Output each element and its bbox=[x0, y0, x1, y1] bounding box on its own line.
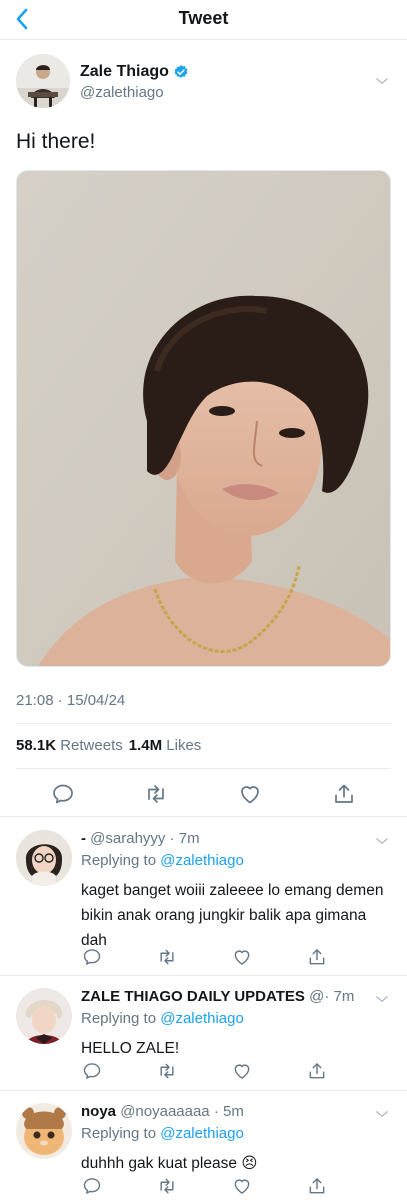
share-icon bbox=[307, 947, 327, 967]
reply-avatar[interactable] bbox=[16, 830, 72, 886]
reply-text: HELLO ZALE! bbox=[81, 1040, 180, 1057]
reply-avatar[interactable] bbox=[16, 988, 72, 1044]
reply-author-handle[interactable]: @sarahyyy bbox=[90, 830, 165, 847]
author-handle[interactable]: @zalethiago bbox=[80, 84, 164, 101]
share-button[interactable] bbox=[306, 946, 328, 968]
avatar-photo bbox=[16, 830, 72, 886]
reply-header: ZALE THIAGO DAILY UPDATES @· 7m bbox=[81, 988, 354, 1005]
retweet-icon bbox=[144, 782, 168, 806]
divider bbox=[0, 975, 407, 976]
replying-to-prefix: Replying to bbox=[81, 1010, 157, 1027]
like-icon bbox=[232, 1176, 252, 1196]
like-icon bbox=[238, 782, 262, 806]
avatar-photo bbox=[16, 988, 72, 1044]
tweet-author-header: Zale Thiago @zalethiago bbox=[16, 54, 391, 110]
reply-button[interactable] bbox=[49, 780, 77, 808]
reply-actions bbox=[81, 946, 331, 968]
like-button[interactable] bbox=[231, 1175, 253, 1197]
top-navigation-bar: Tweet bbox=[0, 0, 407, 40]
reply-item[interactable]: - @sarahyyy · 7m Replying to @zalethiago… bbox=[0, 830, 407, 970]
chevron-down-icon[interactable] bbox=[373, 832, 391, 850]
like-icon bbox=[232, 947, 252, 967]
reply-author-name[interactable]: ZALE THIAGO DAILY UPDATES bbox=[81, 988, 305, 1005]
reply-avatar[interactable] bbox=[16, 1103, 72, 1159]
reply-icon bbox=[82, 1061, 102, 1081]
retweets-stat[interactable]: 58.1K Retweets bbox=[16, 737, 123, 754]
reply-time: · 7m bbox=[169, 830, 200, 847]
replying-to-mention[interactable]: @zalethiago bbox=[160, 1010, 244, 1027]
retweet-button[interactable] bbox=[156, 946, 178, 968]
reply-button[interactable] bbox=[81, 1060, 103, 1082]
share-icon bbox=[307, 1061, 327, 1081]
reply-author-handle[interactable]: @noyaaaaaa bbox=[120, 1103, 209, 1120]
retweets-label: Retweets bbox=[60, 737, 123, 754]
retweet-icon bbox=[157, 947, 177, 967]
tweet-media-photo[interactable] bbox=[16, 170, 391, 667]
reply-author-name[interactable]: noya bbox=[81, 1103, 116, 1120]
reply-time: · 7m bbox=[324, 988, 355, 1005]
divider bbox=[16, 768, 391, 769]
share-icon bbox=[307, 1176, 327, 1196]
like-icon bbox=[232, 1061, 252, 1081]
share-icon bbox=[332, 782, 356, 806]
divider bbox=[0, 816, 407, 817]
avatar-photo bbox=[16, 1103, 72, 1159]
tweet-stats: 58.1K Retweets 1.4M Likes bbox=[16, 737, 201, 754]
reply-actions bbox=[81, 1060, 331, 1082]
likes-label: Likes bbox=[166, 737, 202, 754]
tweet-text: Hi there! bbox=[16, 130, 96, 153]
share-button[interactable] bbox=[306, 1175, 328, 1197]
retweet-icon bbox=[157, 1061, 177, 1081]
replying-to-prefix: Replying to bbox=[81, 852, 157, 869]
chevron-down-icon[interactable] bbox=[373, 72, 391, 90]
reply-author-name[interactable]: - bbox=[81, 830, 86, 847]
verified-badge-icon bbox=[174, 65, 188, 78]
like-button[interactable] bbox=[236, 780, 264, 808]
retweet-button[interactable] bbox=[156, 1175, 178, 1197]
reply-author-handle[interactable]: @ bbox=[309, 988, 324, 1005]
share-button[interactable] bbox=[306, 1060, 328, 1082]
author-avatar[interactable] bbox=[16, 54, 70, 108]
likes-stat[interactable]: 1.4M Likes bbox=[129, 737, 202, 754]
replying-to: Replying to @zalethiago bbox=[81, 1010, 244, 1027]
tweet-actions bbox=[16, 780, 391, 808]
retweet-button[interactable] bbox=[156, 1060, 178, 1082]
reply-actions bbox=[81, 1175, 331, 1197]
divider bbox=[0, 1090, 407, 1091]
reply-header: noya @noyaaaaaa · 5m bbox=[81, 1103, 244, 1120]
photo-portrait bbox=[17, 171, 390, 666]
chevron-down-icon[interactable] bbox=[373, 990, 391, 1008]
chevron-down-icon[interactable] bbox=[373, 1105, 391, 1123]
replying-to: Replying to @zalethiago bbox=[81, 1125, 244, 1142]
share-button[interactable] bbox=[330, 780, 358, 808]
reply-icon bbox=[82, 1176, 102, 1196]
reply-button[interactable] bbox=[81, 1175, 103, 1197]
reply-icon bbox=[82, 947, 102, 967]
replying-to-mention[interactable]: @zalethiago bbox=[160, 1125, 244, 1142]
reply-item[interactable]: noya @noyaaaaaa · 5m Replying to @zaleth… bbox=[0, 1103, 407, 1200]
retweets-count: 58.1K bbox=[16, 737, 57, 754]
divider bbox=[16, 723, 391, 724]
replying-to-mention[interactable]: @zalethiago bbox=[160, 852, 244, 869]
reply-item[interactable]: ZALE THIAGO DAILY UPDATES @· 7m Replying… bbox=[0, 988, 407, 1088]
like-button[interactable] bbox=[231, 1060, 253, 1082]
page-title: Tweet bbox=[178, 8, 229, 28]
tweet-timestamp: 21:08 · 15/04/24 bbox=[16, 692, 126, 709]
reply-icon bbox=[51, 782, 75, 806]
retweet-icon bbox=[157, 1176, 177, 1196]
reply-button[interactable] bbox=[81, 946, 103, 968]
likes-count: 1.4M bbox=[128, 737, 163, 754]
replying-to: Replying to @zalethiago bbox=[81, 852, 244, 869]
reply-time: · 5m bbox=[213, 1103, 244, 1120]
author-name-text: Zale Thiago bbox=[80, 63, 169, 80]
retweet-button[interactable] bbox=[142, 780, 170, 808]
author-name[interactable]: Zale Thiago bbox=[80, 63, 189, 81]
reply-text: duhhh gak kuat please 😣 bbox=[81, 1155, 258, 1172]
like-button[interactable] bbox=[231, 946, 253, 968]
replying-to-prefix: Replying to bbox=[81, 1125, 157, 1142]
reply-text: kaget banget woiii zaleeee lo emang deme… bbox=[81, 882, 384, 949]
avatar-photo bbox=[16, 54, 70, 108]
reply-header: - @sarahyyy · 7m bbox=[81, 830, 200, 847]
